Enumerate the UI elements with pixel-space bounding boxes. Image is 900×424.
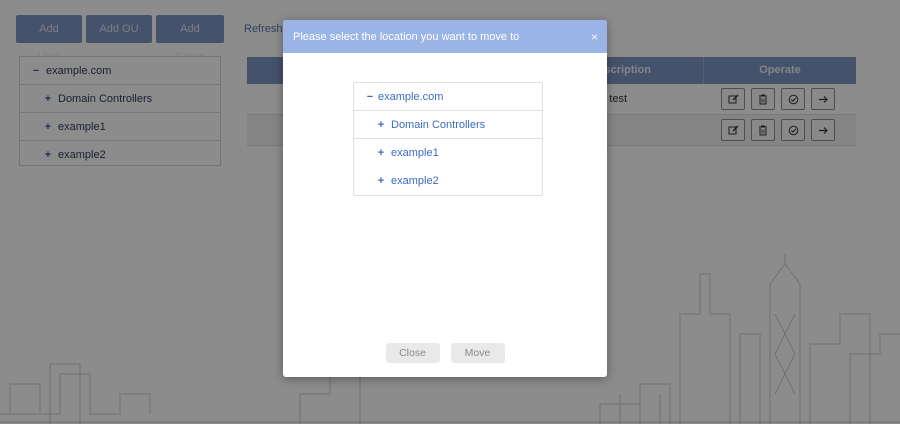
move-location-dialog: Please select the location you want to m…: [283, 20, 607, 377]
move-button[interactable]: Move: [450, 343, 505, 363]
plus-icon[interactable]: +: [375, 139, 387, 167]
location-tree: − example.com + Domain Controllers + exampl…: [353, 82, 543, 196]
dialog-title: Please select the location you want to m…: [293, 30, 520, 43]
dialog-header: Please select the location you want to m…: [283, 20, 607, 53]
plus-icon[interactable]: +: [375, 167, 387, 195]
minus-icon[interactable]: −: [364, 83, 376, 111]
location-item-label: example1: [391, 147, 439, 159]
close-button[interactable]: Close: [385, 343, 440, 363]
location-item-label: Domain Controllers: [391, 119, 486, 131]
location-item-label: example2: [391, 175, 439, 187]
close-icon[interactable]: ×: [591, 30, 598, 44]
dialog-footer: Close Move: [283, 343, 607, 363]
location-item-domain-controllers[interactable]: + Domain Controllers: [354, 111, 542, 139]
location-item-example1[interactable]: + example1: [354, 139, 542, 167]
location-item-label: example.com: [378, 91, 444, 103]
plus-icon[interactable]: +: [375, 111, 387, 139]
location-item-root[interactable]: − example.com: [354, 83, 542, 111]
location-item-example2[interactable]: + example2: [354, 167, 542, 195]
